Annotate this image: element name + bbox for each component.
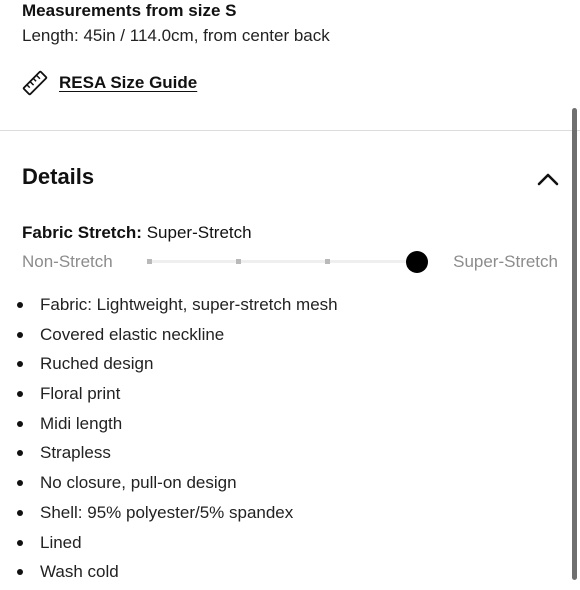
fabric-stretch-line: Fabric Stretch: Super-Stretch	[22, 223, 252, 243]
list-item: Floral print	[0, 382, 338, 412]
stretch-tick	[236, 259, 241, 264]
bullet-icon	[17, 450, 23, 457]
measurements-section: Measurements from size S Length: 45in / …	[22, 0, 330, 46]
list-item-text: Floral print	[40, 384, 121, 404]
list-item: Shell: 95% polyester/5% spandex	[0, 501, 338, 531]
details-bullet-list: Fabric: Lightweight, super-stretch mesh C…	[0, 293, 338, 590]
list-item: Ruched design	[0, 352, 338, 382]
bullet-icon	[17, 509, 23, 516]
list-item-text: Shell: 95% polyester/5% spandex	[40, 502, 294, 522]
size-guide-link[interactable]: RESA Size Guide	[22, 70, 197, 96]
list-item-text: Fabric: Lightweight, super-stretch mesh	[40, 295, 338, 314]
size-guide-label[interactable]: RESA Size Guide	[59, 73, 197, 93]
fabric-stretch-value: Super-Stretch	[146, 223, 252, 242]
stretch-track	[148, 260, 428, 263]
details-heading: Details	[22, 164, 95, 189]
stretch-scale-min: Non-Stretch	[22, 252, 113, 271]
bullet-icon	[17, 391, 23, 398]
ruler-icon	[22, 70, 48, 96]
fabric-stretch-label: Fabric Stretch:	[22, 223, 142, 242]
scrollbar[interactable]	[572, 108, 577, 580]
list-item: Wash cold	[0, 560, 338, 590]
stretch-scale-max: Super-Stretch	[453, 252, 558, 271]
list-item: Lined	[0, 531, 338, 561]
bullet-icon	[17, 539, 23, 546]
stretch-tick	[147, 259, 152, 264]
list-item: No closure, pull-on design	[0, 471, 338, 501]
list-item: Midi length	[0, 412, 338, 442]
bullet-icon	[17, 331, 23, 338]
list-item-text: Strapless	[40, 443, 111, 463]
bullet-icon	[17, 480, 23, 487]
stretch-scale: Non-Stretch Super-Stretch	[22, 251, 562, 274]
measurements-title: Measurements from size S	[22, 1, 237, 20]
list-item-text: Lined	[40, 532, 82, 552]
list-item-text: Wash cold	[40, 562, 119, 582]
list-item-text: No closure, pull-on design	[40, 473, 237, 493]
stretch-tick	[325, 259, 330, 264]
measurement-length: Length: 45in / 114.0cm, from center back	[22, 26, 330, 45]
list-item-text: Ruched design	[40, 354, 154, 374]
stretch-indicator	[406, 251, 428, 273]
bullet-icon	[17, 361, 23, 368]
list-item-text: Midi length	[40, 413, 123, 433]
bullet-icon	[17, 302, 23, 308]
section-divider	[0, 130, 580, 131]
bullet-icon	[17, 420, 23, 427]
list-item-text: Covered elastic neckline	[40, 324, 225, 344]
list-item: Fabric: Lightweight, super-stretch mesh	[0, 293, 338, 323]
chevron-up-icon[interactable]	[536, 170, 560, 188]
bullet-icon	[17, 569, 23, 576]
list-item: Strapless	[0, 441, 338, 471]
list-item: Covered elastic neckline	[0, 323, 338, 353]
